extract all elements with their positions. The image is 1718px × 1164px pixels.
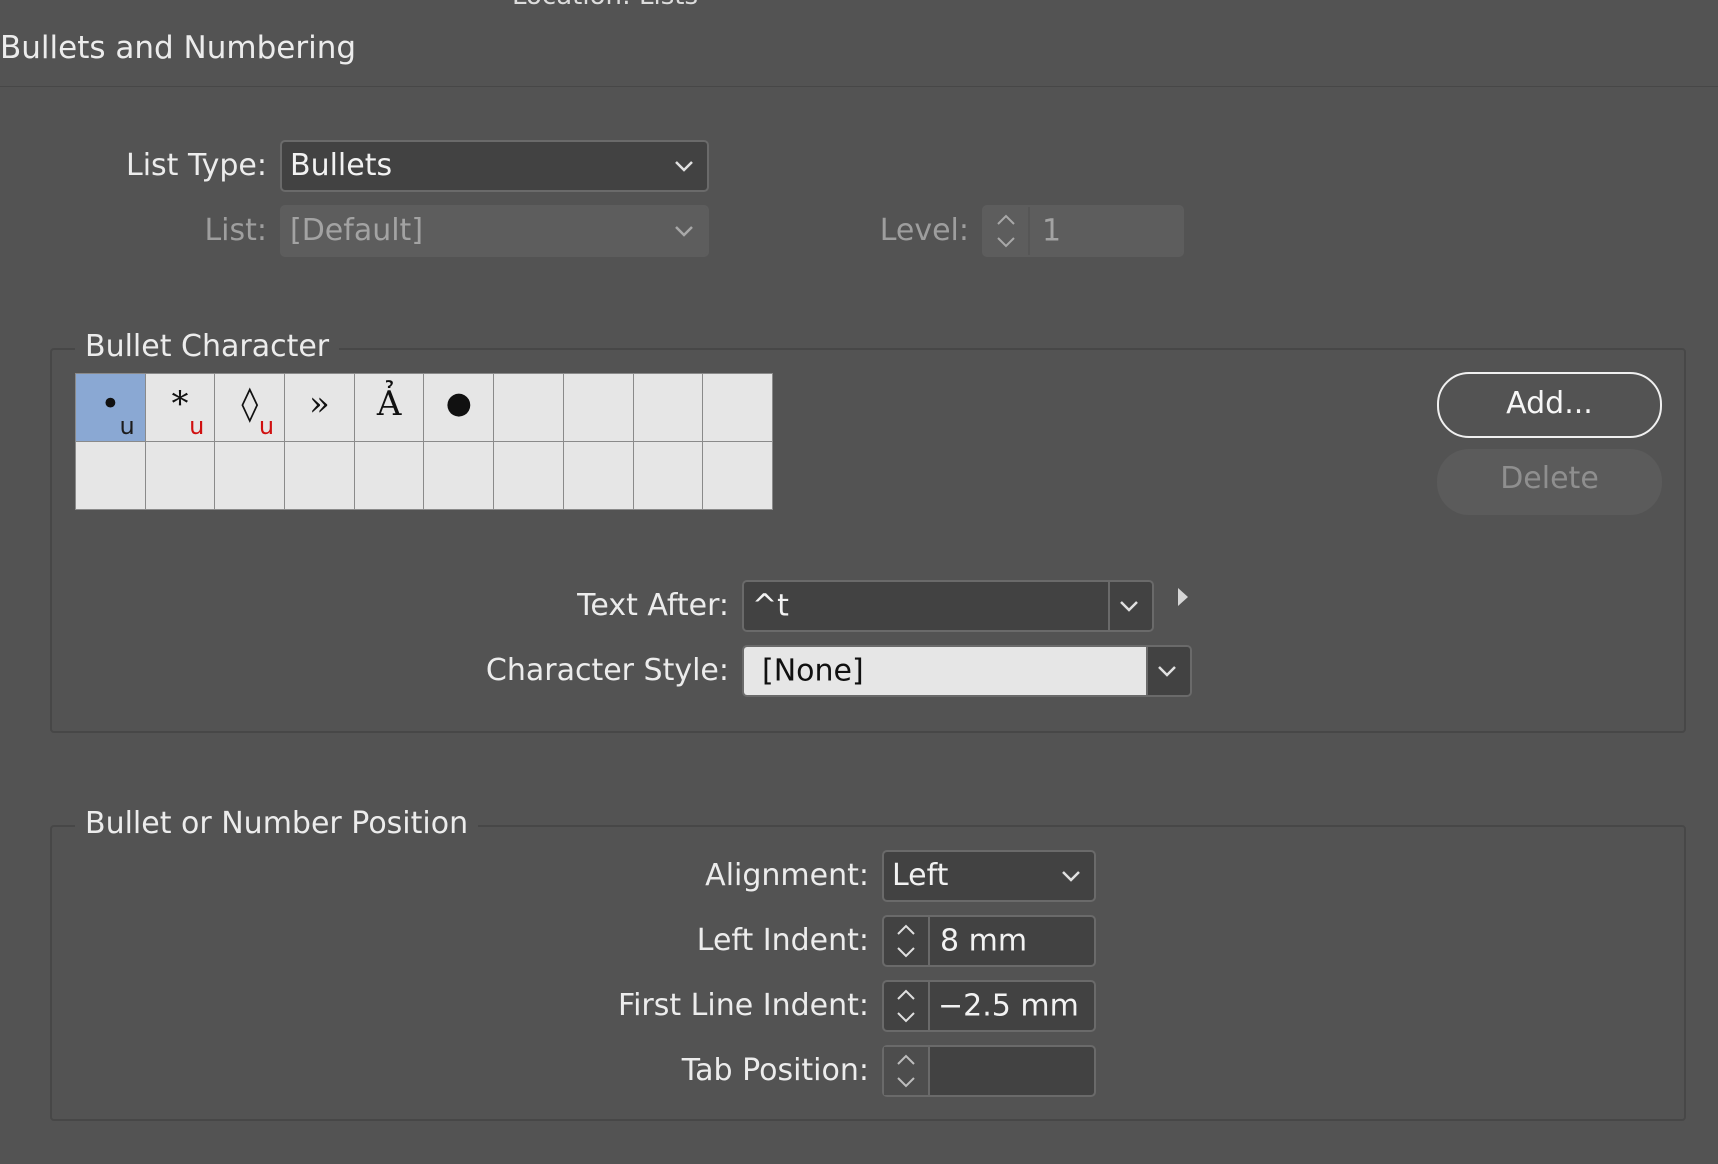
tab-position-stepper-arrows[interactable]: [884, 1047, 930, 1095]
character-style-label: Character Style:: [485, 653, 729, 688]
level-stepper-arrows[interactable]: [984, 207, 1030, 255]
first-line-indent-value[interactable]: −2.5 mm: [938, 989, 1079, 1024]
tab-position-label: Tab Position:: [681, 1053, 869, 1088]
glyph-char: »: [309, 384, 330, 424]
glyph-cell[interactable]: »: [285, 374, 354, 441]
chevron-down-icon: [1062, 871, 1080, 882]
first-line-indent-label: First Line Indent:: [618, 988, 869, 1023]
chevron-up-icon: [997, 214, 1015, 225]
text-after-value: ^t: [752, 588, 789, 624]
glyph-cell[interactable]: • u: [76, 374, 145, 441]
glyph-cell-empty[interactable]: [76, 442, 145, 509]
list-type-value: Bullets: [290, 148, 393, 183]
chevron-down-icon: [897, 1012, 915, 1023]
text-after-combo[interactable]: ^t: [742, 580, 1154, 632]
glyph-cell-empty[interactable]: [563, 442, 633, 509]
glyph-cell-empty[interactable]: [563, 374, 633, 441]
glyph-cell[interactable]: Ả: [354, 374, 424, 441]
bullet-glyph-grid: • u * u ◊ u » Ả ●: [75, 373, 773, 510]
glyph-cell-empty[interactable]: [494, 442, 563, 509]
font-marker: u: [258, 412, 275, 440]
triangle-right-icon[interactable]: [1176, 586, 1190, 608]
delete-button[interactable]: Delete: [1437, 449, 1662, 515]
chevron-down-icon: [897, 1077, 915, 1088]
title-divider: [0, 86, 1718, 87]
chevron-down-icon: [1158, 666, 1176, 677]
chevron-down-icon: [1120, 601, 1138, 612]
add-button[interactable]: Add...: [1437, 372, 1662, 438]
glyph-cell[interactable]: ◊ u: [215, 374, 285, 441]
character-style-field[interactable]: [None]: [744, 647, 1148, 695]
chevron-up-icon: [897, 989, 915, 1000]
glyph-cell-empty[interactable]: [703, 374, 772, 441]
glyph-cell-empty[interactable]: [354, 442, 424, 509]
level-spinner[interactable]: 1: [982, 205, 1184, 257]
glyph-cell-empty[interactable]: [494, 374, 563, 441]
alignment-value: Left: [892, 858, 949, 893]
glyph-cell-empty[interactable]: [633, 442, 703, 509]
list-type-label: List Type:: [126, 148, 267, 183]
alignment-label: Alignment:: [705, 858, 869, 893]
left-indent-label: Left Indent:: [696, 923, 869, 958]
character-style-value: [None]: [762, 653, 864, 689]
tab-position-spinner[interactable]: [882, 1045, 1096, 1097]
character-style-dropdown-button[interactable]: [1146, 647, 1190, 695]
first-line-indent-spinner[interactable]: −2.5 mm: [882, 980, 1096, 1032]
list-type-dropdown[interactable]: Bullets: [280, 140, 709, 192]
level-value: 1: [1042, 213, 1062, 249]
glyph-cell-empty[interactable]: [703, 442, 772, 509]
glyph-cell-empty[interactable]: [424, 442, 494, 509]
first-line-indent-stepper-arrows[interactable]: [884, 982, 930, 1030]
list-label: List:: [204, 213, 267, 248]
glyph-cell[interactable]: ●: [424, 374, 494, 441]
bullet-character-title: Bullet Character: [75, 329, 340, 365]
left-indent-value[interactable]: 8 mm: [940, 924, 1027, 959]
glyph-char: Ả: [376, 384, 402, 424]
level-label: Level:: [879, 213, 969, 248]
panel-title: Bullets and Numbering: [0, 30, 357, 66]
list-value: [Default]: [290, 213, 424, 248]
chevron-down-icon: [997, 237, 1015, 248]
chevron-down-icon: [897, 947, 915, 958]
list-dropdown[interactable]: [Default]: [280, 205, 709, 257]
alignment-dropdown[interactable]: Left: [882, 850, 1096, 902]
chevron-down-icon: [675, 226, 693, 237]
text-after-input[interactable]: ^t: [744, 582, 1110, 630]
chevron-down-icon: [675, 161, 693, 172]
glyph-char: ●: [445, 386, 472, 421]
font-marker: u: [189, 412, 205, 440]
glyph-cell-empty[interactable]: [145, 442, 215, 509]
left-indent-stepper-arrows[interactable]: [884, 917, 930, 965]
font-marker: u: [119, 412, 135, 440]
bullet-position-title: Bullet or Number Position: [75, 806, 479, 842]
glyph-cell-empty[interactable]: [633, 374, 703, 441]
chevron-up-icon: [897, 1054, 915, 1065]
text-after-dropdown-button[interactable]: [1108, 582, 1152, 630]
text-after-label: Text After:: [577, 588, 729, 623]
character-style-combo[interactable]: [None]: [742, 645, 1192, 697]
left-indent-spinner[interactable]: 8 mm: [882, 915, 1096, 967]
chevron-up-icon: [897, 924, 915, 935]
glyph-cell-empty[interactable]: [285, 442, 354, 509]
location-text: Location: Lists: [512, 0, 698, 14]
glyph-cell[interactable]: * u: [145, 374, 215, 441]
glyph-cell-empty[interactable]: [215, 442, 285, 509]
